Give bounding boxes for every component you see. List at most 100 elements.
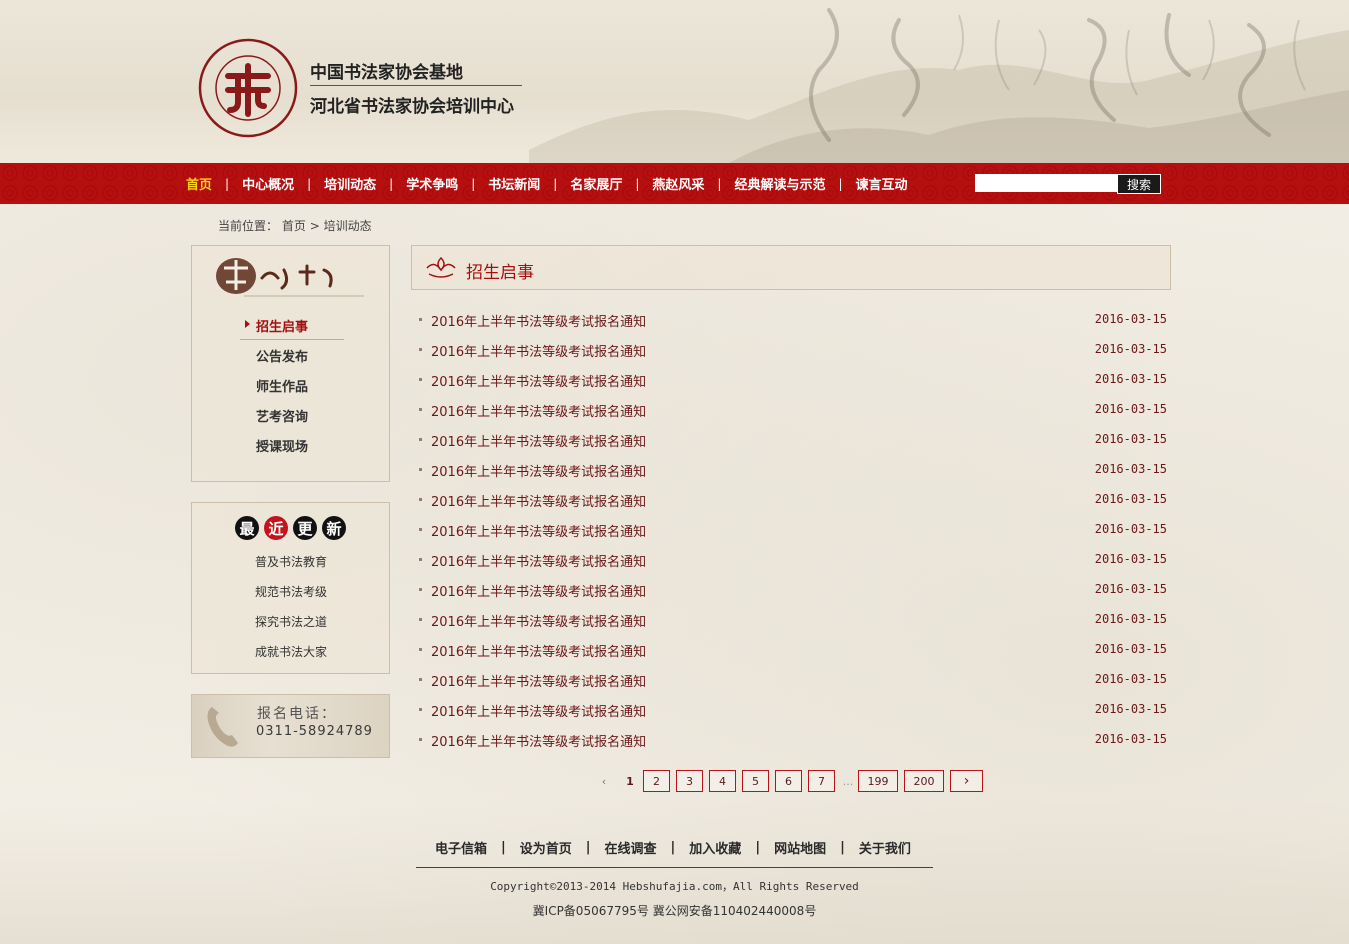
nav-item-training-news[interactable]: 培训动态	[324, 174, 376, 193]
nav-separator: |	[717, 176, 722, 191]
recent-heading-char: 最	[235, 516, 259, 540]
recent-item[interactable]: 普及书法教育	[255, 553, 327, 570]
page-button[interactable]: 3	[676, 770, 703, 792]
footer-link-sitemap[interactable]: 网站地图	[774, 838, 826, 857]
page-button[interactable]: 4	[709, 770, 736, 792]
footer-link-email[interactable]: 电子信箱	[435, 838, 487, 857]
recent-heading-char: 新	[322, 516, 346, 540]
breadcrumb-home-link[interactable]: 首页	[282, 219, 306, 233]
list-item-date: 2016-03-15	[1094, 372, 1167, 386]
site-header: 中国书法家协会基地 河北省书法家协会培训中心	[0, 0, 1349, 163]
active-arrow-icon	[245, 320, 250, 328]
list-item[interactable]: 2016年上半年书法等级考试报名通知 2016-03-15	[419, 459, 1167, 480]
list-item-title[interactable]: 2016年上半年书法等级考试报名通知	[431, 611, 646, 630]
nav-item-calligraphy-news[interactable]: 书坛新闻	[488, 174, 540, 193]
list-item[interactable]: 2016年上半年书法等级考试报名通知 2016-03-15	[419, 549, 1167, 570]
search-button[interactable]: 搜索	[1117, 174, 1161, 194]
bullet-icon	[419, 408, 422, 411]
list-item[interactable]: 2016年上半年书法等级考试报名通知 2016-03-15	[419, 729, 1167, 750]
nav-separator: |	[307, 176, 312, 191]
list-item-title[interactable]: 2016年上半年书法等级考试报名通知	[431, 311, 646, 330]
bullet-icon	[419, 588, 422, 591]
footer-link-bookmark[interactable]: 加入收藏	[689, 838, 741, 857]
footer-separator: |	[585, 840, 591, 855]
page-button[interactable]: 5	[742, 770, 769, 792]
breadcrumb-current[interactable]: 培训动态	[324, 219, 372, 233]
page-ellipsis: ...	[842, 774, 854, 788]
logo-divider	[310, 85, 522, 86]
list-item-title[interactable]: 2016年上半年书法等级考试报名通知	[431, 641, 646, 660]
nav-separator: |	[838, 176, 843, 191]
list-item-title[interactable]: 2016年上半年书法等级考试报名通知	[431, 671, 646, 690]
nav-separator: |	[635, 176, 640, 191]
page-button-current[interactable]: 1	[619, 770, 641, 792]
page-button[interactable]: 7	[808, 770, 835, 792]
list-item[interactable]: 2016年上半年书法等级考试报名通知 2016-03-15	[419, 639, 1167, 660]
list-item[interactable]: 2016年上半年书法等级考试报名通知 2016-03-15	[419, 699, 1167, 720]
nav-items: 首页 | 中心概况 | 培训动态 | 学术争鸣 | 书坛新闻 | 名家展厅 | …	[186, 163, 908, 204]
sidebar-item-announcements[interactable]: 公告发布	[256, 346, 308, 365]
list-item[interactable]: 2016年上半年书法等级考试报名通知 2016-03-15	[419, 489, 1167, 510]
recent-item[interactable]: 探究书法之道	[255, 613, 327, 630]
list-item-title[interactable]: 2016年上半年书法等级考试报名通知	[431, 521, 646, 540]
list-item-title[interactable]: 2016年上半年书法等级考试报名通知	[431, 401, 646, 420]
sidebar-item-enrollment[interactable]: 招生启事	[256, 316, 308, 335]
page-button[interactable]: 6	[775, 770, 802, 792]
nav-item-interaction[interactable]: 谏言互动	[856, 174, 908, 193]
list-item-title[interactable]: 2016年上半年书法等级考试报名通知	[431, 701, 646, 720]
list-item-title[interactable]: 2016年上半年书法等级考试报名通知	[431, 371, 646, 390]
page-button[interactable]: 199	[858, 770, 898, 792]
page-button[interactable]: 2	[643, 770, 670, 792]
search-input[interactable]	[975, 174, 1117, 192]
list-item[interactable]: 2016年上半年书法等级考试报名通知 2016-03-15	[419, 519, 1167, 540]
list-item[interactable]: 2016年上半年书法等级考试报名通知 2016-03-15	[419, 579, 1167, 600]
sidebar-item-works[interactable]: 师生作品	[256, 376, 308, 395]
nav-item-center-overview[interactable]: 中心概况	[242, 174, 294, 193]
list-item[interactable]: 2016年上半年书法等级考试报名通知 2016-03-15	[419, 609, 1167, 630]
sidebar-item-classroom[interactable]: 授课现场	[256, 436, 308, 455]
sidebar-recent-panel: 最 近 更 新 普及书法教育 规范书法考级 探究书法之道 成就书法大家	[191, 502, 390, 674]
recent-item[interactable]: 规范书法考级	[255, 583, 327, 600]
list-item-title[interactable]: 2016年上半年书法等级考试报名通知	[431, 731, 646, 750]
list-item-title[interactable]: 2016年上半年书法等级考试报名通知	[431, 581, 646, 600]
footer-link-survey[interactable]: 在线调查	[605, 838, 657, 857]
footer-separator: |	[840, 840, 845, 855]
page-title: 招生启事	[466, 263, 534, 283]
nav-separator: |	[553, 176, 558, 191]
breadcrumb: 当前位置： 首页 > 培训动态	[218, 217, 372, 234]
list-item-title[interactable]: 2016年上半年书法等级考试报名通知	[431, 461, 646, 480]
nav-item-yanzhao-style[interactable]: 燕赵风采	[652, 174, 704, 193]
bullet-icon	[419, 648, 422, 651]
page-button[interactable]: 200	[904, 770, 944, 792]
footer-link-about[interactable]: 关于我们	[859, 838, 911, 857]
list-item[interactable]: 2016年上半年书法等级考试报名通知 2016-03-15	[419, 399, 1167, 420]
list-item[interactable]: 2016年上半年书法等级考试报名通知 2016-03-15	[419, 339, 1167, 360]
list-item[interactable]: 2016年上半年书法等级考试报名通知 2016-03-15	[419, 669, 1167, 690]
list-item[interactable]: 2016年上半年书法等级考试报名通知 2016-03-15	[419, 429, 1167, 450]
sidebar-item-art-exam[interactable]: 艺考咨询	[256, 406, 308, 425]
list-item-date: 2016-03-15	[1094, 642, 1167, 656]
nav-item-home[interactable]: 首页	[186, 174, 212, 193]
nav-item-academic[interactable]: 学术争鸣	[406, 174, 458, 193]
footer-link-set-homepage[interactable]: 设为首页	[520, 838, 572, 857]
bullet-icon	[419, 378, 422, 381]
list-item-title[interactable]: 2016年上半年书法等级考试报名通知	[431, 341, 646, 360]
list-item-title[interactable]: 2016年上半年书法等级考试报名通知	[431, 491, 646, 510]
nav-item-master-gallery[interactable]: 名家展厅	[570, 174, 622, 193]
bullet-icon	[419, 438, 422, 441]
list-item[interactable]: 2016年上半年书法等级考试报名通知 2016-03-15	[419, 369, 1167, 390]
list-item-date: 2016-03-15	[1094, 612, 1167, 626]
bullet-icon	[419, 528, 422, 531]
footer-background	[0, 800, 1349, 944]
list-item-title[interactable]: 2016年上半年书法等级考试报名通知	[431, 431, 646, 450]
phone-handset-icon	[207, 707, 238, 747]
bullet-icon	[419, 318, 422, 321]
seal-logo	[198, 38, 298, 138]
nav-item-classics[interactable]: 经典解读与示范	[734, 174, 825, 193]
list-item-title[interactable]: 2016年上半年书法等级考试报名通知	[431, 551, 646, 570]
prev-page-button[interactable]: ‹	[593, 770, 615, 792]
next-page-button[interactable]: ›	[950, 770, 983, 792]
breadcrumb-prefix: 当前位置：	[218, 219, 279, 233]
recent-item[interactable]: 成就书法大家	[255, 643, 327, 660]
list-item[interactable]: 2016年上半年书法等级考试报名通知 2016-03-15	[419, 309, 1167, 330]
